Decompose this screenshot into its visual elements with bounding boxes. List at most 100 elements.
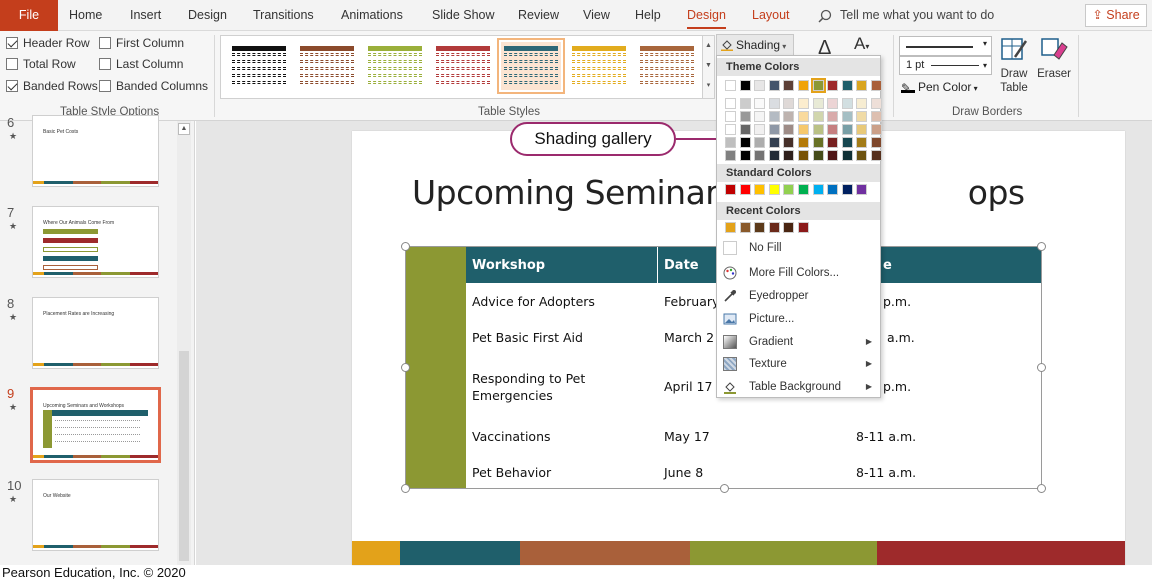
share-button[interactable]: ⇪ Share xyxy=(1085,4,1147,27)
table-style-thumbnail[interactable] xyxy=(229,42,289,90)
theme-color-shade-swatch[interactable] xyxy=(827,111,839,122)
theme-color-shade-swatch[interactable] xyxy=(871,150,882,161)
table-style-thumbnail[interactable] xyxy=(637,42,697,90)
theme-color-shade-swatch[interactable] xyxy=(768,150,780,161)
resize-handle[interactable] xyxy=(401,484,410,493)
table-style-thumbnail[interactable] xyxy=(569,42,629,90)
theme-color-swatch[interactable] xyxy=(783,80,795,91)
checkbox-last-column[interactable]: Last Column xyxy=(99,57,183,71)
theme-color-shade-swatch[interactable] xyxy=(725,111,736,122)
eyedropper-item[interactable]: Eyedropper xyxy=(717,285,880,307)
table-styles-gallery[interactable]: ▲ ▼ ▾ xyxy=(220,35,715,99)
theme-color-swatch[interactable] xyxy=(754,80,766,91)
theme-color-shade-swatch[interactable] xyxy=(783,124,795,135)
tab-help[interactable]: Help xyxy=(635,0,661,31)
scroll-thumb[interactable] xyxy=(179,351,189,561)
standard-color-swatch[interactable] xyxy=(768,184,780,195)
standard-color-swatch[interactable] xyxy=(827,184,839,195)
tab-table-design[interactable]: Design xyxy=(687,0,726,31)
theme-color-shade-swatch[interactable] xyxy=(856,137,868,148)
theme-color-shade-swatch[interactable] xyxy=(798,98,809,109)
draw-table-button[interactable]: Draw Table xyxy=(994,35,1034,95)
standard-color-swatch[interactable] xyxy=(841,184,853,195)
theme-color-shade-swatch[interactable] xyxy=(841,111,853,122)
font-color-icon[interactable]: A▾ xyxy=(854,34,869,54)
theme-color-shade-swatch[interactable] xyxy=(856,111,868,122)
tab-slide-show[interactable]: Slide Show xyxy=(432,0,495,31)
standard-color-swatch[interactable] xyxy=(798,184,809,195)
checkbox-box[interactable] xyxy=(99,37,111,49)
theme-color-shade-swatch[interactable] xyxy=(871,137,882,148)
theme-color-shade-swatch[interactable] xyxy=(798,111,809,122)
recent-color-swatch[interactable] xyxy=(768,222,780,233)
checkbox-box[interactable] xyxy=(99,80,111,92)
theme-color-shade-swatch[interactable] xyxy=(768,124,780,135)
theme-color-shade-swatch[interactable] xyxy=(739,150,751,161)
table-style-thumbnail[interactable] xyxy=(497,38,565,94)
theme-color-shade-swatch[interactable] xyxy=(768,98,780,109)
checkbox-header-row[interactable]: Header Row xyxy=(6,36,90,50)
theme-color-shade-swatch[interactable] xyxy=(812,137,824,148)
theme-color-swatch[interactable] xyxy=(841,80,853,91)
tab-file[interactable]: File xyxy=(0,0,58,31)
resize-handle[interactable] xyxy=(1037,242,1046,251)
theme-color-shade-swatch[interactable] xyxy=(783,98,795,109)
thumbnail-scrollbar[interactable]: ▲ xyxy=(177,121,191,565)
recent-color-swatch[interactable] xyxy=(725,222,736,233)
pen-style-select[interactable]: ▾ xyxy=(899,36,992,56)
theme-color-shade-swatch[interactable] xyxy=(739,137,751,148)
theme-color-shade-swatch[interactable] xyxy=(798,137,809,148)
checkbox-box[interactable] xyxy=(99,58,111,70)
checkbox-banded-columns[interactable]: Banded Columns xyxy=(99,79,208,93)
table-style-thumbnail[interactable] xyxy=(433,42,493,90)
standard-color-swatch[interactable] xyxy=(725,184,736,195)
standard-color-swatch[interactable] xyxy=(754,184,766,195)
checkbox-box[interactable] xyxy=(6,37,18,49)
recent-color-swatch[interactable] xyxy=(739,222,751,233)
theme-color-shade-swatch[interactable] xyxy=(856,124,868,135)
theme-color-swatch[interactable] xyxy=(810,78,826,93)
checkbox-box[interactable] xyxy=(6,80,18,92)
table-style-thumbnail[interactable] xyxy=(365,42,425,90)
slide-thumbnail[interactable]: Our Website xyxy=(32,479,159,551)
theme-color-shade-swatch[interactable] xyxy=(812,124,824,135)
theme-color-shade-swatch[interactable] xyxy=(841,137,853,148)
theme-color-shade-swatch[interactable] xyxy=(871,111,882,122)
tab-transitions[interactable]: Transitions xyxy=(253,0,314,31)
slide-thumbnail[interactable]: Where Our Animals Come From xyxy=(32,206,159,278)
theme-color-shade-swatch[interactable] xyxy=(827,98,839,109)
theme-color-shade-swatch[interactable] xyxy=(754,124,766,135)
resize-handle[interactable] xyxy=(401,363,410,372)
texture-item[interactable]: Texture ▶ xyxy=(717,353,880,375)
tab-table-layout[interactable]: Layout xyxy=(752,0,790,31)
table-background-item[interactable]: Table Background ▶ xyxy=(717,376,880,398)
checkbox-banded-rows[interactable]: Banded Rows xyxy=(6,79,98,93)
theme-color-shade-swatch[interactable] xyxy=(725,137,736,148)
theme-color-swatch[interactable] xyxy=(871,80,882,91)
theme-color-shade-swatch[interactable] xyxy=(754,137,766,148)
theme-color-swatch[interactable] xyxy=(827,80,839,91)
theme-color-shade-swatch[interactable] xyxy=(783,150,795,161)
theme-color-shade-swatch[interactable] xyxy=(841,98,853,109)
picture-item[interactable]: Picture... xyxy=(717,308,880,330)
standard-color-swatch[interactable] xyxy=(783,184,795,195)
tab-insert[interactable]: Insert xyxy=(130,0,161,31)
theme-color-shade-swatch[interactable] xyxy=(871,98,882,109)
theme-color-shade-swatch[interactable] xyxy=(856,150,868,161)
theme-color-shade-swatch[interactable] xyxy=(754,111,766,122)
tab-animations[interactable]: Animations xyxy=(341,0,403,31)
checkbox-first-column[interactable]: First Column xyxy=(99,36,184,50)
tab-review[interactable]: Review xyxy=(518,0,559,31)
resize-handle[interactable] xyxy=(401,242,410,251)
theme-color-swatch[interactable] xyxy=(739,80,751,91)
theme-color-shade-swatch[interactable] xyxy=(783,137,795,148)
slide-thumbnail-selected[interactable]: Upcoming Seminars and Workshops xyxy=(30,387,161,463)
tab-design[interactable]: Design xyxy=(188,0,227,31)
theme-color-shade-swatch[interactable] xyxy=(798,124,809,135)
theme-color-shade-swatch[interactable] xyxy=(871,124,882,135)
tab-view[interactable]: View xyxy=(583,0,610,31)
tab-home[interactable]: Home xyxy=(69,0,102,31)
theme-color-shade-swatch[interactable] xyxy=(754,150,766,161)
theme-color-shade-swatch[interactable] xyxy=(754,98,766,109)
theme-color-shade-swatch[interactable] xyxy=(812,150,824,161)
